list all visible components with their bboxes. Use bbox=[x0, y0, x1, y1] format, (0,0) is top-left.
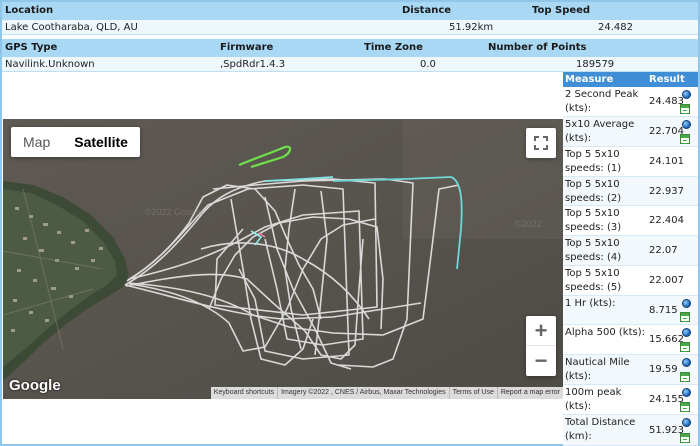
measure-name: 100m peak (kts): bbox=[565, 387, 622, 412]
measure-name: Top 5 5x10 speeds: (5) bbox=[565, 268, 622, 293]
measure-name: Top 5 5x10 speeds: (2) bbox=[565, 179, 622, 204]
plus-icon: + bbox=[534, 318, 548, 343]
measure-name: 5x10 Average (kts): bbox=[565, 119, 635, 144]
measure-column-header: Measure bbox=[565, 74, 614, 85]
keyboard-shortcuts-link[interactable]: Keyboard shortcuts bbox=[211, 387, 277, 399]
distance-value: 51.92km bbox=[449, 22, 494, 33]
measure-name: Alpha 500 (kts): bbox=[565, 327, 645, 338]
measure-name: 1 Hr (kts): bbox=[565, 298, 616, 309]
measure-value: 24.101 bbox=[649, 156, 684, 167]
result-column-header: Result bbox=[649, 74, 685, 85]
svg-text:©2022 Google: ©2022 Google bbox=[145, 207, 203, 217]
gps-type-value: Navilink.Unknown bbox=[5, 59, 95, 70]
distance-header: Distance bbox=[402, 5, 452, 16]
measure-name: Top 5 5x10 speeds: (3) bbox=[565, 208, 622, 233]
globe-icon[interactable] bbox=[682, 388, 691, 397]
map-type-satellite-button[interactable]: Satellite bbox=[62, 127, 140, 157]
calendar-icon[interactable] bbox=[680, 372, 690, 382]
location-header: Location bbox=[5, 5, 54, 16]
measure-row: Top 5 5x10 speeds: (2) 22.937 bbox=[563, 177, 698, 206]
globe-icon[interactable] bbox=[682, 90, 691, 99]
gps-type-header: GPS Type bbox=[5, 42, 58, 53]
info-header-row-1: Location Distance Top Speed bbox=[2, 2, 698, 20]
info-value-row-2: Navilink.Unknown ,SpdRdr1.4.3 0.0 189579 bbox=[2, 57, 698, 72]
measure-row: Nautical Mile (kts): 19.59 bbox=[563, 355, 698, 385]
measure-row: Total Distance (km): 51.923 bbox=[563, 415, 698, 446]
measure-name: Total Distance (km): bbox=[565, 417, 636, 442]
measure-name: Nautical Mile (kts): bbox=[565, 357, 630, 382]
measure-row: Top 5 5x10 speeds: (1) 24.101 bbox=[563, 147, 698, 177]
map-type-control: Map Satellite bbox=[11, 127, 140, 157]
satellite-imagery: ©2022 Google ©2022 bbox=[3, 119, 563, 399]
measure-value: 19.59 bbox=[649, 364, 678, 375]
measure-row: Top 5 5x10 speeds: (4) 22.07 bbox=[563, 236, 698, 266]
calendar-icon[interactable] bbox=[680, 342, 690, 352]
imagery-credit: Imagery ©2022 , CNES / Airbus, Maxar Tec… bbox=[277, 387, 449, 399]
fullscreen-icon bbox=[534, 136, 548, 150]
zoom-control: + − bbox=[526, 316, 556, 376]
globe-icon[interactable] bbox=[682, 120, 691, 129]
measure-row: Top 5 5x10 speeds: (5) 22.007 bbox=[563, 266, 698, 296]
measure-row: 1 Hr (kts): 8.715 bbox=[563, 296, 698, 325]
measure-value: 51.923 bbox=[649, 425, 684, 436]
measure-name: 2 Second Peak (kts): bbox=[565, 89, 639, 114]
measure-name: Top 5 5x10 speeds: (1) bbox=[565, 149, 622, 174]
measures-header: Measure Result bbox=[563, 72, 698, 87]
measure-row: Alpha 500 (kts): 15.662 bbox=[563, 325, 698, 355]
firmware-header: Firmware bbox=[220, 42, 274, 53]
globe-icon[interactable] bbox=[682, 328, 691, 337]
calendar-icon[interactable] bbox=[680, 402, 690, 412]
map-type-map-button[interactable]: Map bbox=[11, 127, 62, 157]
info-header-row-2: GPS Type Firmware Time Zone Number of Po… bbox=[2, 39, 698, 57]
globe-icon[interactable] bbox=[682, 358, 691, 367]
fullscreen-button[interactable] bbox=[526, 128, 556, 158]
report-map-error-link[interactable]: Report a map error bbox=[496, 387, 563, 399]
measure-value: 22.007 bbox=[649, 275, 684, 286]
measure-row: 2 Second Peak (kts): 24.483 bbox=[563, 87, 698, 117]
calendar-icon[interactable] bbox=[680, 104, 690, 114]
location-value: Lake Cootharaba, QLD, AU bbox=[5, 22, 138, 33]
measure-value: 8.715 bbox=[649, 305, 678, 316]
time-zone-value: 0.0 bbox=[420, 59, 436, 70]
measure-value: 24.155 bbox=[649, 394, 684, 405]
measure-value: 15.662 bbox=[649, 334, 684, 345]
measure-row: 5x10 Average (kts): 22.704 bbox=[563, 117, 698, 147]
measure-value: 22.704 bbox=[649, 126, 684, 137]
top-speed-value: 24.482 bbox=[598, 22, 633, 33]
measure-row: Top 5 5x10 speeds: (3) 22.404 bbox=[563, 206, 698, 236]
firmware-value: ,SpdRdr1.4.3 bbox=[220, 59, 286, 70]
calendar-icon[interactable] bbox=[680, 433, 690, 443]
zoom-out-button[interactable]: − bbox=[526, 346, 556, 376]
measure-name: Top 5 5x10 speeds: (4) bbox=[565, 238, 622, 263]
top-speed-header: Top Speed bbox=[532, 5, 591, 16]
measure-value: 22.404 bbox=[649, 215, 684, 226]
zoom-in-button[interactable]: + bbox=[526, 316, 556, 346]
globe-icon[interactable] bbox=[682, 299, 691, 308]
terms-of-use-link[interactable]: Terms of Use bbox=[448, 387, 497, 399]
calendar-icon[interactable] bbox=[680, 312, 690, 322]
time-zone-header: Time Zone bbox=[364, 42, 423, 53]
calendar-icon[interactable] bbox=[680, 134, 690, 144]
points-value: 189579 bbox=[576, 59, 615, 70]
minus-icon: − bbox=[534, 348, 548, 373]
measure-value: 24.483 bbox=[649, 96, 684, 107]
measure-value: 22.07 bbox=[649, 245, 678, 256]
google-logo: Google bbox=[9, 377, 61, 394]
map-attribution-bar: Keyboard shortcuts Imagery ©2022 , CNES … bbox=[210, 387, 563, 399]
points-header: Number of Points bbox=[488, 42, 587, 53]
measure-value: 22.937 bbox=[649, 186, 684, 197]
info-value-row-1: Lake Cootharaba, QLD, AU 51.92km 24.482 bbox=[2, 20, 698, 35]
svg-text:©2022: ©2022 bbox=[515, 219, 542, 229]
track-map[interactable]: ©2022 Google ©2022 Map Satellite + − Goo… bbox=[3, 119, 563, 399]
globe-icon[interactable] bbox=[682, 418, 691, 427]
measure-row: 100m peak (kts): 24.155 bbox=[563, 385, 698, 415]
